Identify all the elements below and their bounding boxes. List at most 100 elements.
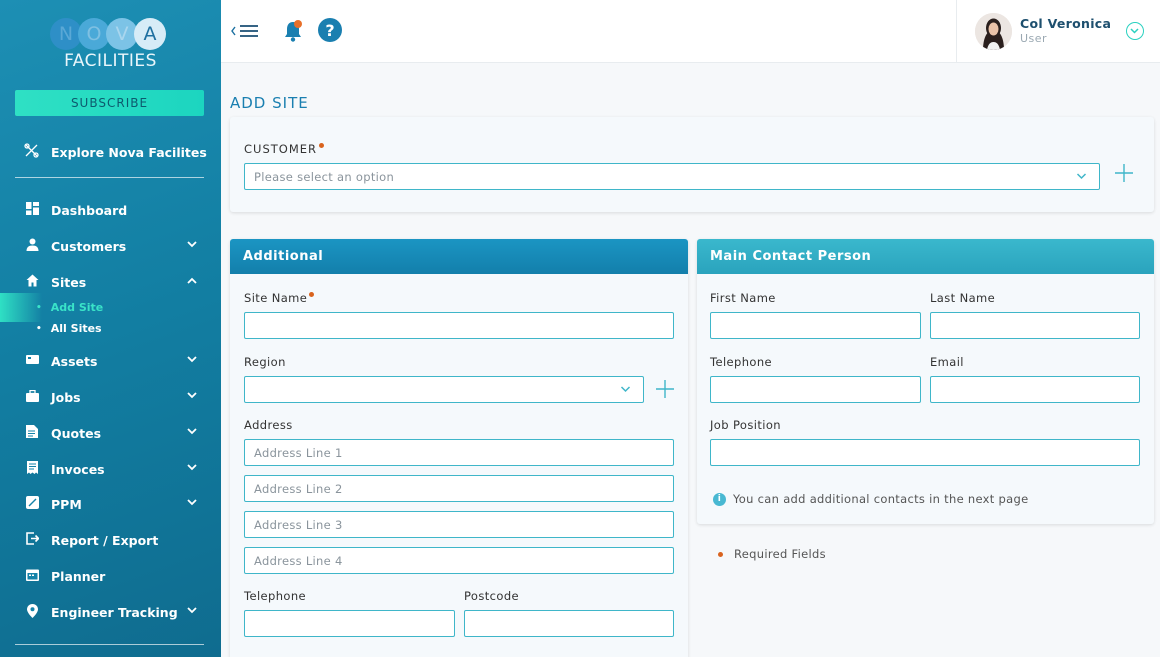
plus-icon bbox=[1115, 164, 1133, 182]
required-fields-text: Required Fields bbox=[734, 547, 826, 561]
last-name-input[interactable] bbox=[930, 312, 1140, 339]
email-label: Email bbox=[930, 355, 964, 369]
first-name-input[interactable] bbox=[710, 312, 921, 339]
region-label: Region bbox=[244, 355, 286, 369]
bullet-icon: • bbox=[36, 302, 42, 313]
explore-link[interactable]: Explore Nova Facilites bbox=[24, 143, 207, 162]
region-select[interactable] bbox=[244, 376, 644, 403]
chevron-down-icon bbox=[187, 428, 197, 435]
sidebar-item-label: Quotes bbox=[51, 425, 102, 441]
sidebar-subitem-label: All Sites bbox=[50, 322, 102, 335]
sidebar-subitem-label: Add Site bbox=[50, 301, 104, 314]
job-position-input[interactable] bbox=[710, 439, 1140, 466]
sidebar-item-invoces[interactable]: Invoces bbox=[24, 458, 199, 480]
chevron-down-icon bbox=[1130, 28, 1139, 34]
sidebar-item-label: Report / Export bbox=[51, 532, 159, 548]
address-line-4-input[interactable]: Address Line 4 bbox=[244, 547, 674, 574]
sidebar-item-ppm[interactable]: PPM bbox=[24, 493, 199, 515]
brand-logo[interactable]: N O V A FACILITIES bbox=[0, 14, 221, 74]
add-region-button[interactable] bbox=[654, 378, 676, 405]
sidebar-item-label: Dashboard bbox=[51, 202, 128, 218]
site-name-label-text: Site Name bbox=[244, 291, 308, 305]
sidebar-item-quotes[interactable]: Quotes bbox=[24, 422, 199, 444]
asset-icon bbox=[24, 354, 40, 368]
location-pin-icon bbox=[24, 603, 40, 621]
page-title: ADD SITE bbox=[230, 94, 309, 112]
user-role: User bbox=[1020, 32, 1048, 45]
explore-label: Explore Nova Facilites bbox=[51, 145, 207, 160]
customer-select[interactable]: Please select an option bbox=[244, 163, 1100, 190]
customer-label-text: CUSTOMER bbox=[244, 142, 318, 156]
job-position-label: Job Position bbox=[710, 418, 781, 432]
email-input[interactable] bbox=[930, 376, 1140, 403]
sidebar-divider bbox=[15, 644, 204, 645]
sidebar-item-engineer-tracking[interactable]: Engineer Tracking bbox=[24, 601, 199, 623]
ppm-icon bbox=[24, 496, 40, 512]
customer-label: CUSTOMER bbox=[244, 142, 325, 156]
telephone-label: Telephone bbox=[244, 589, 307, 603]
sidebar-item-assets[interactable]: Assets bbox=[24, 350, 199, 372]
chevron-down-icon bbox=[187, 607, 197, 614]
sidebar-item-label: Sites bbox=[51, 274, 87, 290]
chevron-up-icon bbox=[187, 277, 197, 284]
chevron-down-icon bbox=[187, 392, 197, 399]
sidebar-item-label: PPM bbox=[51, 496, 82, 512]
chevron-down-icon bbox=[620, 386, 631, 393]
info-icon: i bbox=[713, 492, 726, 506]
required-fields-note: Required Fields bbox=[716, 547, 826, 561]
address-line-3-input[interactable]: Address Line 3 bbox=[244, 511, 674, 538]
customer-select-placeholder: Please select an option bbox=[254, 169, 395, 184]
chevron-down-icon bbox=[187, 464, 197, 471]
sidebar-item-jobs[interactable]: Jobs bbox=[24, 386, 199, 408]
notification-bell-icon[interactable] bbox=[283, 19, 305, 47]
chevron-down-icon bbox=[187, 241, 197, 248]
bullet-icon: • bbox=[36, 323, 42, 334]
avatar[interactable] bbox=[975, 13, 1012, 50]
subscribe-button[interactable]: SUBSCRIBE bbox=[15, 90, 204, 116]
chevron-down-icon bbox=[1076, 173, 1087, 180]
sidebar-item-label: Jobs bbox=[51, 389, 81, 405]
required-marker bbox=[309, 292, 315, 297]
plus-icon bbox=[656, 380, 674, 398]
contacts-info-note: i You can add additional contacts in the… bbox=[713, 492, 1028, 506]
main-contact-card-title: Main Contact Person bbox=[697, 239, 1154, 274]
required-marker bbox=[718, 551, 723, 557]
sidebar-item-dashboard[interactable]: Dashboard bbox=[24, 199, 199, 221]
sidebar-item-sites[interactable]: Sites bbox=[24, 271, 199, 293]
required-marker bbox=[319, 143, 325, 148]
help-icon[interactable]: ? bbox=[318, 18, 342, 42]
explore-icon bbox=[24, 143, 40, 162]
sidebar-item-label: Assets bbox=[51, 353, 98, 369]
contact-telephone-label: Telephone bbox=[710, 355, 773, 369]
user-icon bbox=[24, 238, 40, 254]
menu-toggle-icon[interactable] bbox=[230, 20, 260, 42]
address-label: Address bbox=[244, 418, 293, 432]
header-divider bbox=[956, 0, 957, 63]
add-customer-button[interactable] bbox=[1113, 162, 1135, 189]
chevron-down-icon bbox=[187, 499, 197, 506]
home-icon bbox=[24, 274, 40, 290]
briefcase-icon bbox=[24, 389, 40, 405]
site-telephone-input[interactable] bbox=[244, 610, 455, 637]
site-name-input[interactable] bbox=[244, 312, 674, 339]
calendar-icon bbox=[24, 568, 40, 584]
sidebar-divider bbox=[15, 177, 204, 178]
last-name-label: Last Name bbox=[930, 291, 996, 305]
sidebar-item-label: Invoces bbox=[51, 461, 105, 477]
sidebar-subitem-add-site[interactable]: • Add Site bbox=[36, 301, 103, 314]
chevron-down-icon bbox=[187, 356, 197, 363]
postcode-label: Postcode bbox=[464, 589, 519, 603]
address-line-1-input[interactable]: Address Line 1 bbox=[244, 439, 674, 466]
sidebar-item-customers[interactable]: Customers bbox=[24, 235, 199, 257]
postcode-input[interactable] bbox=[464, 610, 674, 637]
additional-card-title: Additional bbox=[230, 239, 688, 274]
sidebar-subitem-all-sites[interactable]: • All Sites bbox=[36, 322, 102, 335]
user-menu-dropdown[interactable] bbox=[1126, 22, 1144, 40]
sidebar-item-report-export[interactable]: Report / Export bbox=[24, 529, 199, 551]
invoice-icon bbox=[24, 461, 40, 477]
logo-letter: A bbox=[134, 18, 166, 50]
contact-telephone-input[interactable] bbox=[710, 376, 921, 403]
top-header: ? Col Veronica User bbox=[221, 0, 1160, 63]
address-line-2-input[interactable]: Address Line 2 bbox=[244, 475, 674, 502]
sidebar-item-planner[interactable]: Planner bbox=[24, 565, 199, 587]
